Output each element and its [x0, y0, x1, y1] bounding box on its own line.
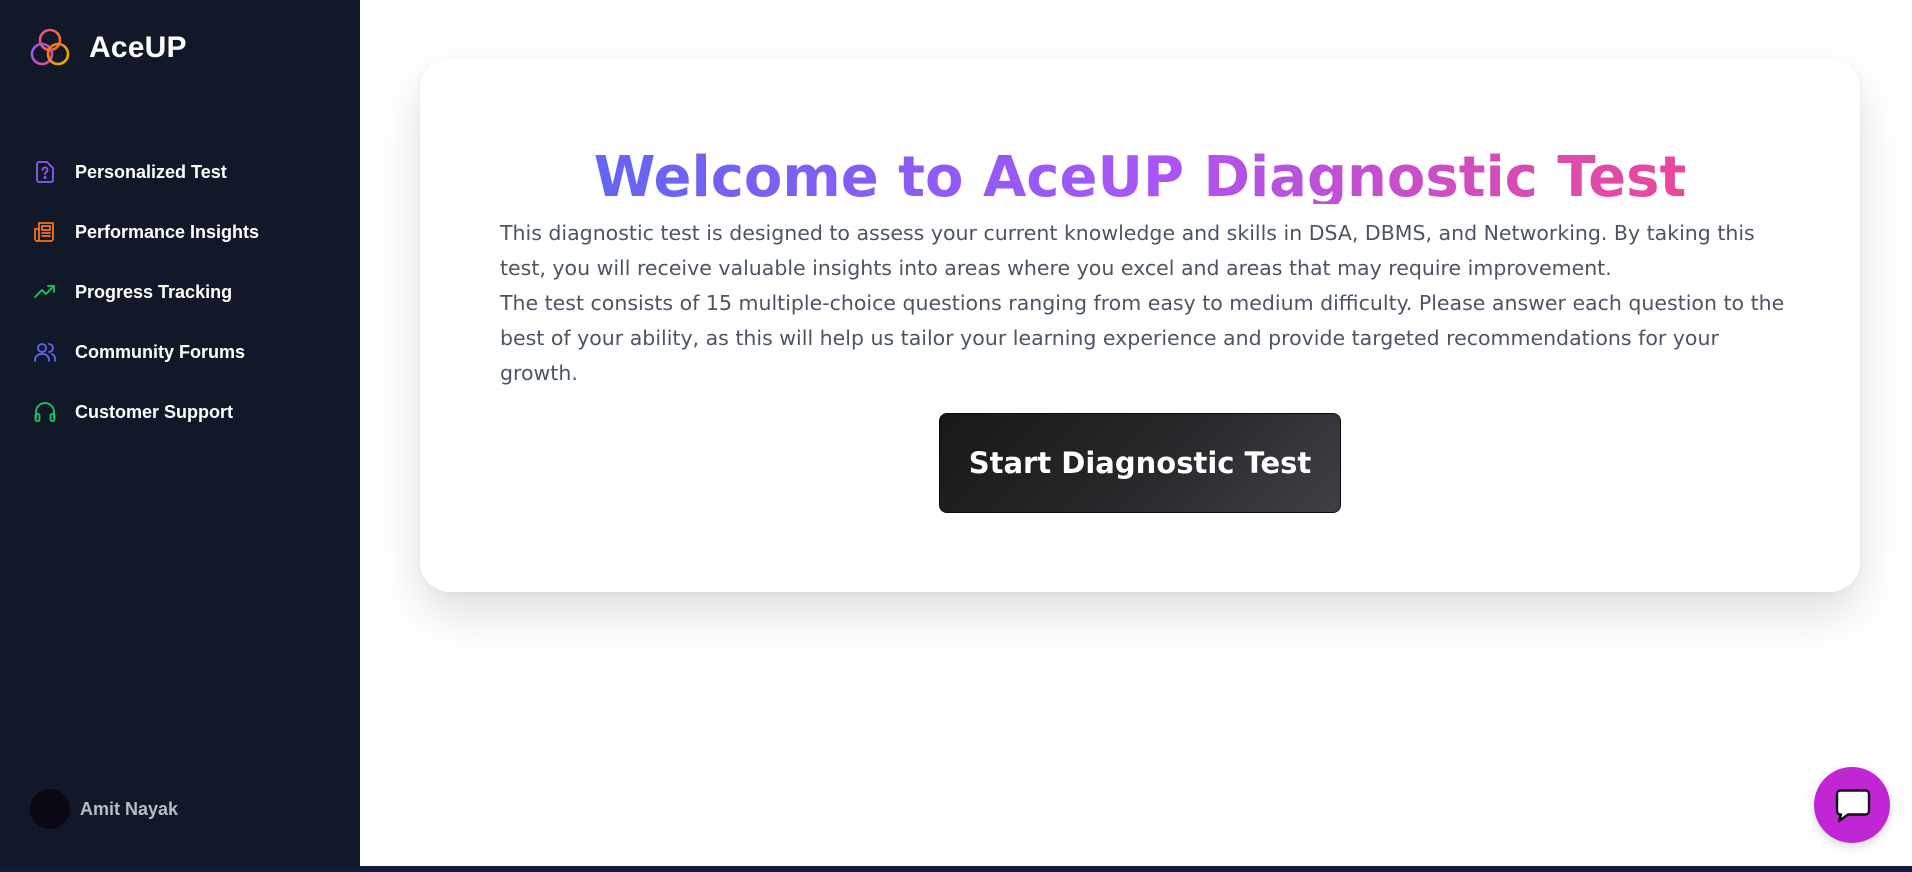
aceup-logo-icon — [30, 28, 70, 66]
user-name: Amit Nayak — [80, 798, 179, 819]
avatar[interactable] — [30, 789, 70, 829]
page-title-text: Welcome to AceUP Diagnostic Test — [594, 145, 1686, 204]
chat-bubble-icon — [1835, 789, 1871, 823]
newspaper-icon — [33, 220, 57, 244]
test-description: This diagnostic test is designed to asse… — [500, 216, 1790, 391]
sidebar-item-performance-insights[interactable]: Performance Insights — [0, 202, 360, 262]
bottom-bar — [0, 866, 1912, 872]
description-paragraph: This diagnostic test is designed to asse… — [500, 221, 1755, 280]
start-diagnostic-test-button[interactable]: Start Diagnostic Test — [939, 413, 1341, 513]
sidebar-item-label: Performance Insights — [75, 221, 260, 242]
sidebar-item-customer-support[interactable]: Customer Support — [0, 382, 360, 442]
sidebar-item-label: Progress Tracking — [75, 281, 233, 302]
sidebar-item-personalized-test[interactable]: Personalized Test — [0, 142, 360, 202]
sidebar-item-label: Community Forums — [75, 341, 246, 362]
sidebar-item-progress-tracking[interactable]: Progress Tracking — [0, 262, 360, 322]
question-document-icon — [33, 160, 57, 184]
chat-widget-button[interactable] — [1814, 767, 1890, 843]
user-profile[interactable]: Amit Nayak — [30, 789, 178, 829]
headphones-icon — [33, 400, 57, 424]
description-paragraph: The test consists of 15 multiple-choice … — [500, 291, 1785, 385]
sidebar-nav: Personalized Test Performance Insights P… — [0, 142, 360, 442]
sidebar-item-label: Personalized Test — [75, 161, 227, 182]
trending-up-icon — [33, 280, 57, 304]
sidebar-item-community-forums[interactable]: Community Forums — [0, 322, 360, 382]
welcome-card: Welcome to AceUP Diagnostic Test This di… — [420, 58, 1860, 592]
brand-name: AceUP — [89, 31, 187, 64]
page-title: Welcome to AceUP Diagnostic Test — [420, 138, 1860, 204]
brand[interactable]: AceUP — [28, 26, 187, 70]
sidebar: AceUP Personalized Test Performance Insi… — [0, 0, 360, 866]
users-icon — [33, 340, 57, 364]
sidebar-item-label: Customer Support — [75, 401, 234, 422]
